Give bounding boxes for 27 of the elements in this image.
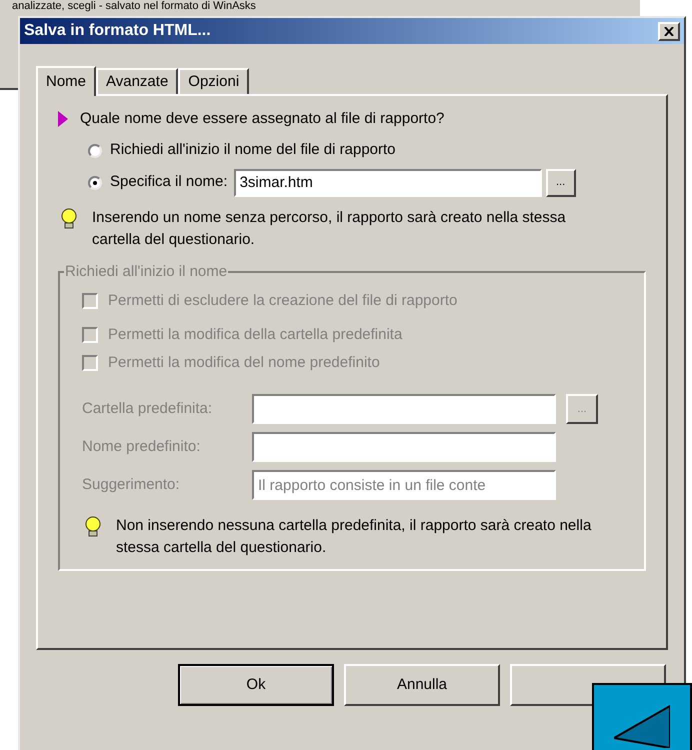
question-text: Quale nome deve essere assegnato al file di rapporto?: [80, 109, 444, 129]
checkbox-label: Permetti la modifica della cartella predefinita: [108, 324, 402, 345]
dialog-button[interactable]: Ok: [178, 664, 334, 706]
close-button[interactable]: [658, 22, 680, 40]
triangle-bullet-icon: [58, 111, 68, 128]
field-label: Nome predefinito:: [82, 436, 202, 457]
radio-label: Specifica il nome:: [110, 172, 228, 192]
checkbox-label: Permetti di escludere la creazione del file di rapporto: [108, 290, 458, 311]
field-label: Cartella predefinita:: [82, 398, 214, 419]
dialog-button[interactable]: Annulla: [344, 664, 500, 706]
tab[interactable]: Nome: [36, 66, 96, 96]
group-title: Richiedi all'inizio il nome: [64, 262, 228, 282]
field-label: Suggerimento:: [82, 474, 181, 495]
back-button-overlay[interactable]: [592, 683, 692, 750]
hint-text: Non inserendo nessuna cartella predefinita, il rapporto sarà creato nella stessa cartella del questionario.: [116, 516, 592, 558]
checkbox-label: Permetti la modifica del nome predefinito: [108, 352, 380, 373]
close-icon: [664, 26, 674, 36]
radio-button[interactable]: [88, 176, 102, 190]
hint-text: Inserendo un nome senza percorso, il rapporto sarà creato nella stessa cartella del questionario.: [92, 208, 567, 250]
file-name-field[interactable]: 3simar.htm: [234, 168, 542, 196]
radio-button[interactable]: [88, 144, 102, 158]
tab[interactable]: Opzioni: [178, 68, 250, 94]
window-title: Salva in formato HTML...: [24, 21, 211, 41]
tab[interactable]: Avanzate: [96, 68, 178, 94]
radio-label: Richiedi all'inizio il nome del file di rapporto: [110, 140, 396, 160]
background-window-text: analizzate, scegli - salvato nel formato di WinAsks: [12, 0, 256, 12]
browse-button[interactable]: ...: [546, 168, 576, 196]
